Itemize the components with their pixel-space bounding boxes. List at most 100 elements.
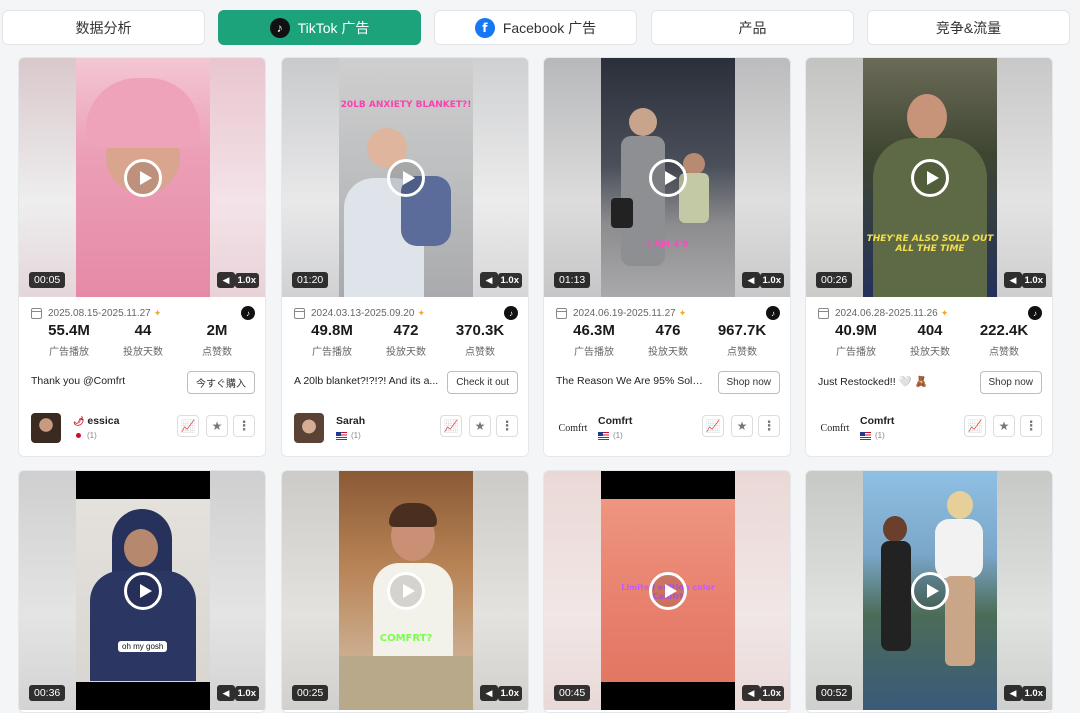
more-icon[interactable]: ⋮ <box>758 415 780 437</box>
video-thumbnail[interactable]: I AM 4'9 01:13 ◀ 1.0x <box>544 58 790 297</box>
stat-plays: 55.4M 广告播放 <box>48 322 90 358</box>
mute-icon[interactable]: ◀ <box>480 272 498 288</box>
play-button[interactable] <box>649 571 687 610</box>
cta-button[interactable]: Check it out <box>447 371 518 394</box>
video-duration: 00:25 <box>292 685 329 701</box>
ad-card[interactable]: COMFRT? 00:25 ◀ 1.0x <box>281 470 529 713</box>
calendar-icon <box>294 307 305 319</box>
mute-icon[interactable]: ◀ <box>217 272 235 288</box>
ad-caption: Just Restocked!! 🤍 🧸 <box>818 376 928 388</box>
calendar-icon <box>556 307 567 319</box>
tab-products[interactable]: 产品 <box>651 10 854 45</box>
video-duration: 00:05 <box>29 272 66 288</box>
ad-card[interactable]: oh my gosh 00:36 ◀ 1.0x <box>18 470 266 713</box>
tiktok-icon: ♪ <box>269 17 290 38</box>
country-info: (1) <box>73 431 97 440</box>
play-button[interactable] <box>911 158 949 197</box>
video-thumbnail[interactable]: Limited edition color Comfrt 00:45 ◀ 1.0… <box>544 471 790 710</box>
video-overlay-text: I AM 4'9 <box>647 240 689 250</box>
advertiser-name[interactable]: Comfrt <box>598 415 632 427</box>
star-icon[interactable]: ★ <box>469 415 491 437</box>
video-thumbnail[interactable]: COMFRT? 00:25 ◀ 1.0x <box>282 471 528 710</box>
video-duration: 00:45 <box>554 685 591 701</box>
star-icon[interactable]: ★ <box>731 415 753 437</box>
ad-card[interactable]: THEY'RE ALSO SOLD OUT ALL THE TIME 00:26… <box>805 57 1053 457</box>
play-button[interactable] <box>387 158 425 197</box>
brand-logo[interactable]: Comfrt <box>556 413 590 443</box>
more-icon[interactable]: ⋮ <box>496 415 518 437</box>
more-icon[interactable]: ⋮ <box>233 415 255 437</box>
ad-card[interactable]: 20LB ANXIETY BLANKET?! 01:20 ◀ 1.0x 2024… <box>281 57 529 457</box>
avatar[interactable] <box>294 413 324 443</box>
advertiser-name[interactable]: Comfrt <box>860 415 894 427</box>
avatar[interactable] <box>31 413 61 443</box>
analytics-icon[interactable]: 📈 <box>702 415 724 437</box>
stat-days: 476 投放天数 <box>648 322 688 358</box>
sparkle-icon: ✦ <box>678 307 687 318</box>
tab-competition-traffic[interactable]: 竞争&流量 <box>867 10 1070 45</box>
sparkle-icon: ✦ <box>940 307 949 318</box>
japan-flag-icon <box>76 433 81 438</box>
play-button[interactable] <box>649 158 687 197</box>
cta-button[interactable]: Shop now <box>717 371 780 394</box>
mute-icon[interactable]: ◀ <box>1004 685 1022 701</box>
playback-speed[interactable]: 1.0x <box>234 273 259 288</box>
mute-icon[interactable]: ◀ <box>742 685 760 701</box>
video-thumbnail[interactable]: 20LB ANXIETY BLANKET?! 01:20 ◀ 1.0x <box>282 58 528 297</box>
ad-card[interactable]: Limited edition color Comfrt 00:45 ◀ 1.0… <box>543 470 791 713</box>
tab-tiktok-ads[interactable]: ♪ TikTok 广告 <box>218 10 421 45</box>
sparkle-icon: ✦ <box>153 307 162 318</box>
play-button[interactable] <box>387 571 425 610</box>
video-duration: 01:20 <box>292 272 329 288</box>
ad-card[interactable]: 00:05 ◀ 1.0x 2025.08.15-2025.11.27 ✦ ♪ 55… <box>18 57 266 457</box>
playback-speed[interactable]: 1.0x <box>497 686 522 701</box>
playback-speed[interactable]: 1.0x <box>1021 273 1046 288</box>
stat-likes: 2M 点赞数 <box>202 322 232 358</box>
play-button[interactable] <box>124 158 162 197</box>
playback-speed[interactable]: 1.0x <box>1021 686 1046 701</box>
sparkle-icon: ✦ <box>417 307 425 318</box>
video-thumbnail[interactable]: 00:05 ◀ 1.0x <box>19 58 265 297</box>
stat-plays: 46.3M 广告播放 <box>573 322 615 358</box>
analytics-icon[interactable]: 📈 <box>964 415 986 437</box>
mute-icon[interactable]: ◀ <box>217 685 235 701</box>
tab-label: 竞争&流量 <box>935 19 1002 36</box>
ad-card[interactable]: I AM 4'9 01:13 ◀ 1.0x 2024.06.19-2025.11… <box>543 57 791 457</box>
analytics-icon[interactable]: 📈 <box>177 415 199 437</box>
facebook-icon: f <box>474 17 495 38</box>
mute-icon[interactable]: ◀ <box>1004 272 1022 288</box>
tab-facebook-ads[interactable]: f Facebook 广告 <box>434 10 637 45</box>
brand-logo[interactable]: Comfrt <box>818 413 852 443</box>
video-thumbnail[interactable]: oh my gosh 00:36 ◀ 1.0x <box>19 471 265 710</box>
playback-speed[interactable]: 1.0x <box>497 273 522 288</box>
ad-card[interactable]: 00:52 ◀ 1.0x <box>805 470 1053 713</box>
advertiser-name[interactable]: 🌶 essica <box>73 415 119 427</box>
play-button[interactable] <box>911 571 949 610</box>
ad-caption: Thank you @Comfrt <box>31 375 126 387</box>
playback-speed[interactable]: 1.0x <box>759 273 784 288</box>
video-duration: 01:13 <box>554 272 591 288</box>
ad-caption: The Reason We Are 95% Sold ... <box>556 375 704 387</box>
date-range: 2025.08.15-2025.11.27 ✦ ♪ <box>31 306 255 320</box>
star-icon[interactable]: ★ <box>206 415 228 437</box>
playback-speed[interactable]: 1.0x <box>234 686 259 701</box>
stat-days: 44 投放天数 <box>123 322 163 358</box>
tab-label: 产品 <box>738 19 767 36</box>
analytics-icon[interactable]: 📈 <box>440 415 462 437</box>
more-icon[interactable]: ⋮ <box>1020 415 1042 437</box>
advertiser-name[interactable]: Sarah <box>336 415 365 427</box>
video-thumbnail[interactable]: THEY'RE ALSO SOLD OUT ALL THE TIME 00:26… <box>806 58 1052 297</box>
stat-plays: 49.8M 广告播放 <box>311 322 353 358</box>
date-range: 2024.06.28-2025.11.26 ✦ ♪ <box>818 306 1042 320</box>
tab-data-analysis[interactable]: 数据分析 <box>2 10 205 45</box>
playback-speed[interactable]: 1.0x <box>759 686 784 701</box>
star-icon[interactable]: ★ <box>993 415 1015 437</box>
video-thumbnail[interactable]: 00:52 ◀ 1.0x <box>806 471 1052 710</box>
mute-icon[interactable]: ◀ <box>480 685 498 701</box>
mute-icon[interactable]: ◀ <box>742 272 760 288</box>
cta-button[interactable]: 今すぐ購入 <box>187 371 255 394</box>
date-range: 2024.03.13-2025.09.20 ✦ ♪ <box>294 306 518 320</box>
cta-button[interactable]: Shop now <box>979 371 1042 394</box>
play-button[interactable] <box>124 571 162 610</box>
stat-days: 472 投放天数 <box>386 322 426 358</box>
